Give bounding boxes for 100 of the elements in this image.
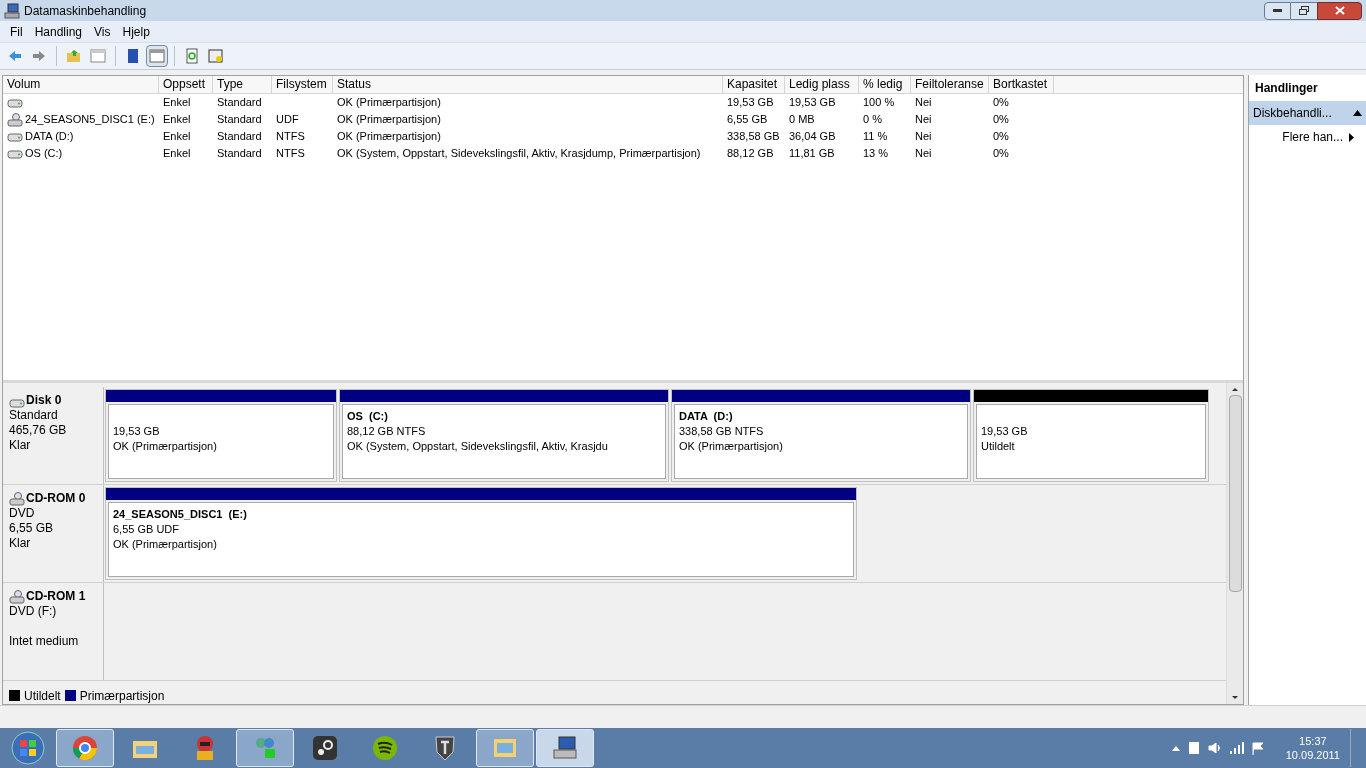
table-cell-text: NTFS [276,129,305,145]
menu-item[interactable]: Handling [28,22,89,41]
table-cell-text: 100 % [863,95,895,111]
partition-status: Utildelt [981,439,1015,454]
maximize-button[interactable] [1291,1,1317,20]
hard-drive-icon [7,131,23,142]
partition-size: 88,12 GB NTFS [347,424,426,439]
disk-info: DVD [9,506,36,521]
window-title: Datamaskinbehandling [24,2,148,20]
column-header[interactable]: % ledig [859,76,911,93]
vertical-scrollbar[interactable] [1226,383,1243,704]
speaker-icon [1207,742,1222,754]
table-cell-text: OK (Primærpartisjon) [337,95,441,111]
close-button[interactable] [1317,1,1362,20]
menu-item[interactable]: Fil [4,22,29,41]
column-header[interactable]: Kapasitet [723,76,785,93]
table-cell-text: 0% [993,146,1009,162]
table-cell-text: 6,55 GB [727,112,768,128]
taskbar-button[interactable] [536,729,594,767]
windows-logo-icon [11,731,45,765]
device-icon [1187,741,1200,755]
action-link[interactable]: Flere han... [1249,125,1366,149]
signal-bars-icon [1229,742,1244,754]
table-cell-text: Enkel [163,95,191,111]
disk-info: DVD (F:) [9,604,58,619]
table-cell-text: OK (System, Oppstart, Sidevekslingsfil, Aktiv, Krasjdump, Primærpartisjon) [337,146,701,162]
legend-label: Utildelt [24,687,61,705]
table-cell-text: 88,12 GB [727,146,774,162]
scrollbar-thumb[interactable] [1228,395,1242,592]
table-cell-text: 11 % [863,129,888,145]
flag-icon [1251,741,1264,755]
menu-item[interactable]: Vis [88,22,117,41]
partition-status: OK (System, Oppstart, Sidevekslingsfil, Aktiv, Krasjdu [347,439,608,454]
table-cell-text: 0 MB [789,112,815,128]
hard-drive-icon [7,148,23,159]
folder-icon [66,48,82,64]
column-header[interactable]: Type [213,76,272,93]
properties-icon [208,48,224,64]
disk-info: 6,55 GB [9,521,55,536]
hard-drive-icon [9,398,25,408]
disk-name: CD-ROM 0 [26,491,86,506]
column-header[interactable]: Filsystem [272,76,333,93]
column-header[interactable]: Status [333,76,723,93]
partition-status: OK (Primærpartisjon) [113,439,217,454]
column-header[interactable]: Feiltoleranse [911,76,989,93]
column-header[interactable]: Bortkastet [989,76,1054,93]
column-header[interactable]: Oppsett [159,76,213,93]
table-cell-text: 0% [993,112,1009,128]
table-cell-text: 19,53 GB [727,95,774,111]
partition-block[interactable]: 24_SEASON5_DISC1 (E:) 6,55 GB UDF OK (Primærpartisjon) [105,487,857,580]
partition-size: 19,53 GB [981,424,1028,439]
window-pane-icon [90,48,106,64]
cd-drive-icon [7,112,23,127]
partition-status: OK (Primærpartisjon) [113,537,217,552]
disk-name: Disk 0 [26,393,62,408]
window-pane-icon [149,48,165,64]
refresh-icon [184,48,200,64]
cd-drive-icon [9,590,25,604]
restore-icon [1299,6,1309,15]
back-arrow-icon [7,48,23,64]
partition-size: 6,55 GB UDF [113,522,180,537]
table-cell-text: Enkel [163,129,191,145]
menu-item[interactable]: Hjelp [116,22,156,41]
show-hidden-icons-icon [1171,745,1180,751]
partition-block[interactable]: OS (C:) 88,12 GB NTFS OK (System, Oppstart, Sidevekslingsfil, Aktiv, Krasjdu [339,389,669,482]
disk-status: Intet medium [9,634,80,649]
clock[interactable]: 15:37 10.09.2011 [1285,734,1340,762]
table-cell-text: 13 % [863,146,889,162]
table-cell-text: 11,81 GB [789,146,835,162]
minimize-button[interactable] [1264,1,1291,20]
column-header[interactable]: Volum [3,76,159,93]
spotify-icon [371,734,399,762]
table-cell-text: NTFS [276,146,305,162]
table-cell-text: Enkel [163,112,191,128]
disk-info: Klar [9,438,32,453]
partition-block[interactable]: 19,53 GB OK (Primærpartisjon) [105,389,337,482]
table-cell-text: Nei [915,129,932,145]
table-cell-text: Nei [915,95,932,111]
table-cell-text: Standard [217,95,262,111]
partition-size: 19,53 GB [113,424,160,439]
close-icon [1334,6,1345,15]
table-cell-text: Enkel [163,146,191,162]
partition-block[interactable]: DATA (D:) 338,58 GB NTFS OK (Primærpartisjon) [671,389,971,482]
table-cell-text: 0 % [863,112,882,128]
toolbar-button[interactable] [146,45,168,67]
column-header[interactable]: Ledig plass [785,76,859,93]
table-cell-text: UDF [276,112,299,128]
browser-icon [71,734,99,762]
table-cell-text: Standard [217,129,262,145]
table-cell-text: Nei [915,146,932,162]
table-cell-text: Standard [217,146,262,162]
hard-drive-icon [7,97,23,108]
partition-block[interactable]: 19,53 GB Utildelt [973,389,1209,482]
partition-size: 338,58 GB NTFS [679,424,764,439]
table-cell-text: Standard [217,112,262,128]
partition-name: DATA (D:) [679,409,733,424]
table-cell-text: DATA (D:) [25,129,74,145]
partition-name: 24_SEASON5_DISC1 (E:) [113,507,247,522]
actions-section-header[interactable]: Diskbehandli... [1249,101,1366,125]
disk-info: Klar [9,536,32,551]
